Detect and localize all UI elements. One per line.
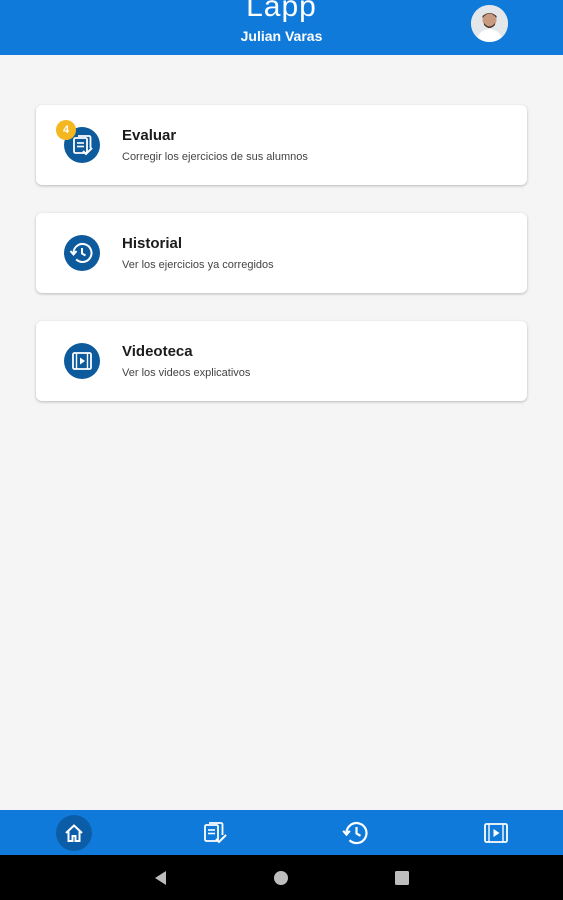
nav-historial-button[interactable] (338, 815, 374, 851)
system-home-button[interactable] (270, 867, 292, 889)
nav-home-button[interactable] (56, 815, 92, 851)
video-library-icon (64, 343, 100, 379)
menu-card-historial[interactable]: Historial Ver los ejercicios ya corregid… (36, 213, 527, 293)
card-subtitle: Ver los videos explicativos (122, 367, 251, 379)
app-screen: Lapp Julian Varas 4 Evaluar Corregir los… (0, 0, 563, 900)
nav-evaluar-button[interactable] (197, 815, 233, 851)
system-back-button[interactable] (150, 867, 172, 889)
app-header: Lapp Julian Varas (0, 0, 563, 55)
card-title: Evaluar (122, 127, 177, 144)
bottom-navigation (0, 810, 563, 855)
card-title: Historial (122, 235, 183, 252)
history-icon (342, 821, 368, 845)
evaluate-icon (204, 822, 227, 844)
pending-count-badge: 4 (56, 120, 76, 140)
card-subtitle: Corregir los ejercicios de sus alumnos (122, 151, 308, 163)
user-avatar[interactable] (471, 5, 508, 42)
menu-card-videoteca[interactable]: Videoteca Ver los videos explicativos (36, 321, 527, 401)
system-recents-button[interactable] (391, 867, 413, 889)
home-circle-icon (274, 871, 288, 885)
recents-icon (395, 871, 409, 885)
avatar-icon (471, 5, 508, 42)
menu-card-evaluar[interactable]: 4 Evaluar Corregir los ejercicios de sus… (36, 105, 527, 185)
card-title: Videoteca (122, 343, 193, 360)
system-navigation-bar (0, 855, 563, 900)
card-subtitle: Ver los ejercicios ya corregidos (122, 259, 274, 271)
history-icon (64, 235, 100, 271)
nav-videoteca-button[interactable] (478, 815, 514, 851)
back-icon (155, 871, 166, 885)
video-library-icon (484, 823, 508, 843)
home-icon (65, 824, 83, 842)
